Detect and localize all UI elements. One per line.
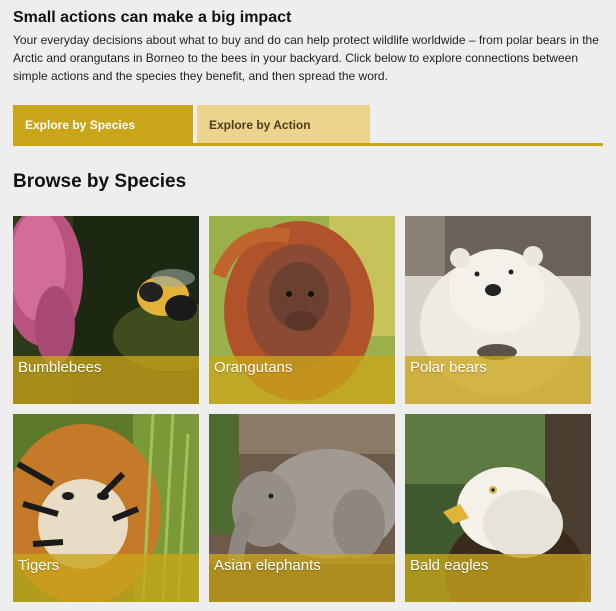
species-card-asian-elephants[interactable]: Asian elephants [209, 414, 395, 602]
card-caption: Bumblebees [13, 356, 199, 404]
species-card-tigers[interactable]: Tigers [13, 414, 199, 602]
intro-text: Your everyday decisions about what to bu… [13, 33, 599, 83]
species-label: Asian elephants [214, 557, 321, 574]
species-label: Bald eagles [410, 557, 489, 574]
tab-explore-by-action[interactable]: Explore by Action [197, 105, 370, 143]
species-card-orangutans[interactable]: Orangutans [209, 216, 395, 404]
card-caption: Tigers [13, 554, 199, 602]
browse-by-species-heading: Browse by Species [13, 171, 187, 192]
species-label: Tigers [18, 557, 60, 574]
species-label: Bumblebees [18, 359, 102, 376]
explore-tabs: Explore by Species Explore by Action [13, 105, 603, 146]
species-label: Polar bears [410, 359, 487, 376]
card-caption: Polar bears [405, 356, 591, 404]
tab-explore-by-species[interactable]: Explore by Species [13, 105, 193, 143]
species-label: Orangutans [214, 359, 293, 376]
card-caption: Asian elephants [209, 554, 395, 602]
card-caption: Orangutans [209, 356, 395, 404]
intro-title: Small actions can make a big impact [13, 9, 292, 26]
species-card-polar-bears[interactable]: Polar bears [405, 216, 591, 404]
intro-section: Small actions can make a big impact Your… [13, 8, 609, 85]
card-caption: Bald eagles [405, 554, 591, 602]
species-card-bald-eagles[interactable]: Bald eagles [405, 414, 591, 602]
species-card-bumblebees[interactable]: Bumblebees [13, 216, 199, 404]
